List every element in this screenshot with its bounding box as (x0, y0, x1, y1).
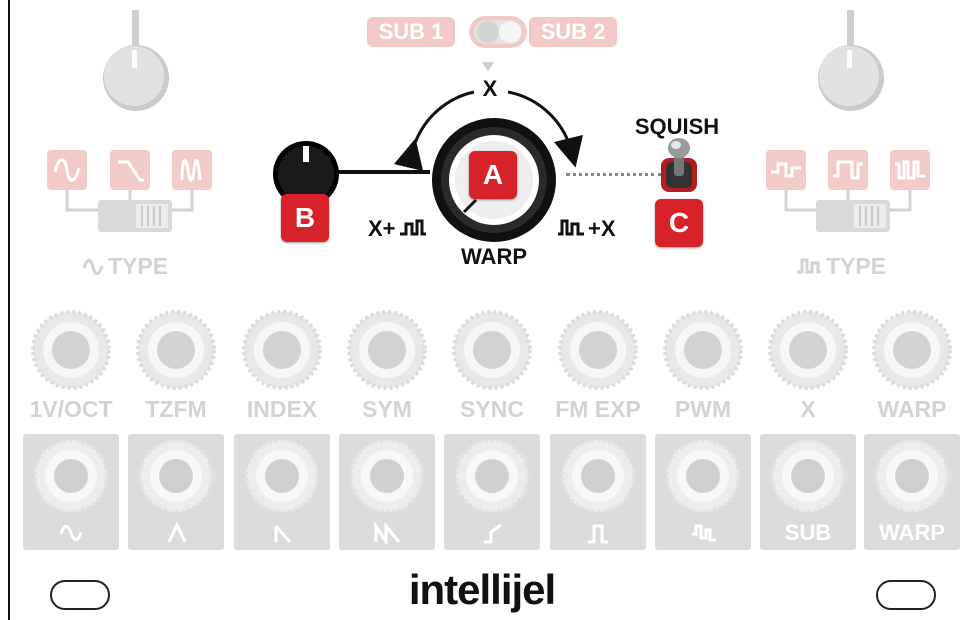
jack-label: SYM (362, 396, 412, 422)
jack-1v-oct[interactable] (31, 310, 111, 390)
warp-right-range: +X (556, 216, 616, 242)
badge-c: C (655, 199, 703, 247)
sine-wave-icon (82, 258, 104, 275)
right-type-selector[interactable] (778, 190, 938, 245)
jack-pwm[interactable] (663, 310, 743, 390)
zigzag-wave-icon (374, 522, 401, 544)
left-type-selector[interactable] (60, 190, 220, 245)
sine-wave-icon (47, 150, 87, 190)
output-jacks-row (33, 438, 950, 514)
saw-wave-icon (110, 150, 150, 190)
x-label: X (482, 76, 498, 101)
sine-wave-icon (59, 524, 83, 542)
sub1-label: SUB 1 (367, 17, 455, 47)
pulse-wave-2-icon (828, 150, 868, 190)
pulse-wave-3-icon (890, 150, 930, 190)
badge-a: A (469, 151, 517, 199)
jack-label: X (800, 396, 816, 422)
left-mounting-hole (50, 580, 110, 610)
output-jack-square[interactable] (560, 438, 636, 514)
output-jack-sine[interactable] (33, 438, 109, 514)
right-top-knob[interactable] (805, 5, 895, 115)
jack-label: WARP (877, 396, 947, 422)
sub2-label: SUB 2 (529, 17, 617, 47)
jack-label: TZFM (145, 396, 207, 422)
jack-label: INDEX (246, 396, 318, 422)
folded-wave-icon (172, 150, 212, 190)
triangle-wave-icon (167, 522, 187, 543)
pulse-wave-icon (797, 258, 821, 273)
output-jack-triangle[interactable] (138, 438, 214, 514)
jack-label: SYNC (460, 396, 524, 422)
squish-link-dots (566, 173, 662, 176)
jack-x[interactable] (768, 310, 848, 390)
jack-warp[interactable] (872, 310, 952, 390)
jack-label: FM EXP (555, 396, 641, 422)
module-panel: SUB 1 SUB 2 X B A WARP X+ +X SQUISH C TY… (0, 0, 964, 620)
warp-left-range: X+ (368, 216, 428, 242)
jack-label: 1V/OCT (29, 396, 113, 422)
output-warp-label: WARP (879, 520, 945, 545)
output-jack-ramp[interactable] (454, 438, 530, 514)
jack-label: PWM (674, 396, 732, 422)
knob-link-line (330, 170, 430, 174)
right-type-label: TYPE (796, 253, 886, 280)
badge-b: B (281, 194, 329, 242)
pulse-wave-icon (692, 524, 716, 542)
intellijel-logo: intellijel (408, 566, 556, 613)
jack-fm-exp[interactable] (558, 310, 638, 390)
jack-sym[interactable] (347, 310, 427, 390)
input-jacks-row (31, 310, 952, 390)
pulse-wave-icon (399, 219, 426, 236)
squish-toggle[interactable] (654, 136, 704, 196)
saw-wave-icon (274, 525, 292, 543)
output-jack-saw[interactable] (244, 438, 320, 514)
right-mounting-hole (876, 580, 936, 610)
output-jack-sub[interactable] (770, 438, 846, 514)
ramp-wave-icon (484, 523, 502, 544)
left-top-knob[interactable] (90, 5, 180, 115)
square-wave-icon (588, 524, 608, 544)
pulse-wave-icon (558, 219, 584, 236)
output-jack-zigzag[interactable] (349, 438, 425, 514)
jack-sync[interactable] (452, 310, 532, 390)
left-type-label: TYPE (82, 253, 168, 280)
warp-knob-label: WARP (461, 244, 527, 269)
output-jack-pulse[interactable] (665, 438, 741, 514)
output-jack-warp[interactable] (874, 438, 950, 514)
jack-tzfm[interactable] (136, 310, 216, 390)
pulse-wave-1-icon (766, 150, 806, 190)
jack-index[interactable] (242, 310, 322, 390)
output-sub-label: SUB (784, 520, 832, 545)
